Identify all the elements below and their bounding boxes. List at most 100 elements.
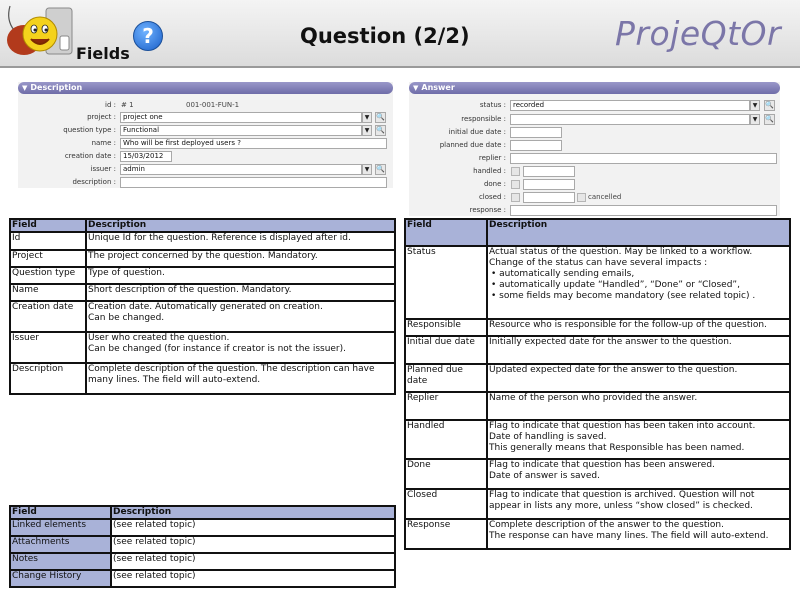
description-panel-header[interactable]: ▼ Description	[18, 82, 393, 94]
description-panel-title: Description	[30, 83, 83, 92]
description-fields-table: Field Description Id Unique Id for the q…	[9, 218, 396, 395]
table-row: Response Complete description of the ans…	[404, 518, 791, 550]
field-name-cell: Initial due date	[404, 335, 488, 365]
description-column-header: Description	[486, 218, 791, 247]
table-row: Creation date Creation date. Automatical…	[9, 300, 396, 333]
question-type-search-icon[interactable]: 🔍	[375, 125, 386, 136]
done-date-input[interactable]	[523, 179, 575, 190]
field-name-cell: Id	[9, 231, 87, 251]
page-title: Question (2/2)	[300, 24, 470, 48]
answer-panel: ▼ Answer status : recorded ▼ 🔍 responsibl…	[409, 82, 780, 216]
id-value: # 1	[121, 101, 134, 109]
field-name-cell: Replier	[404, 391, 488, 421]
table-row: Issuer User who created the question. Can…	[9, 331, 396, 364]
table-row: Change History (see related topic)	[9, 569, 396, 588]
field-name-cell: Done	[404, 458, 488, 490]
table-row: Handled Flag to indicate that question h…	[404, 419, 791, 460]
planned-due-date-input[interactable]	[510, 140, 562, 151]
field-name-cell: Planned due date	[404, 363, 488, 393]
field-column-header: Field	[404, 218, 488, 247]
field-description-cell: Unique Id for the question. Reference is…	[85, 231, 396, 251]
question-type-select[interactable]: Functional	[120, 125, 362, 136]
collapse-triangle-icon: ▼	[22, 84, 28, 92]
field-column-header: Field	[9, 505, 112, 520]
page-header: Fields ? Question (2/2) ProjeQtOr	[0, 0, 800, 68]
status-search-icon[interactable]: 🔍	[764, 100, 775, 111]
table-row: Responsible Resource who is responsible …	[404, 318, 791, 337]
closed-checkbox[interactable]	[511, 193, 520, 202]
description-textarea[interactable]	[120, 177, 387, 188]
field-name-cell: Linked elements	[9, 518, 112, 537]
creation-date-input[interactable]: 15/03/2012	[120, 151, 172, 162]
project-select[interactable]: project one	[120, 112, 362, 123]
closed-date-input[interactable]	[523, 192, 575, 203]
responsible-search-icon[interactable]: 🔍	[764, 114, 775, 125]
table-row: Closed Flag to indicate that question is…	[404, 488, 791, 520]
table-row: Name Short description of the question. …	[9, 283, 396, 302]
field-description-cell: Type of question.	[85, 266, 396, 285]
fields-label: Fields	[76, 44, 130, 63]
field-description-cell: Flag to indicate that question has been …	[486, 419, 791, 460]
project-search-icon[interactable]: 🔍	[375, 112, 386, 123]
description-label: description :	[72, 178, 116, 186]
creation-date-label: creation date :	[64, 152, 116, 160]
handled-label: handled :	[473, 167, 506, 175]
name-input[interactable]: Who will be first deployed users ?	[120, 138, 387, 149]
question-mark-icon[interactable]: ?	[133, 21, 163, 51]
table-row: Question type Type of question.	[9, 266, 396, 285]
initial-due-date-label: initial due date :	[448, 128, 506, 136]
status-dropdown-arrow-icon[interactable]: ▼	[750, 100, 760, 111]
issuer-search-icon[interactable]: 🔍	[375, 164, 386, 175]
initial-due-date-input[interactable]	[510, 127, 562, 138]
field-description-cell: Complete description of the answer to th…	[486, 518, 791, 550]
table-row: Replier Name of the person who provided …	[404, 391, 791, 421]
field-description-cell: Actual status of the question. May be li…	[486, 245, 791, 320]
field-name-cell: Creation date	[9, 300, 87, 333]
smiley-logo-icon	[7, 5, 73, 55]
field-description-cell: (see related topic)	[110, 569, 396, 588]
table-row: Initial due date Initially expected date…	[404, 335, 791, 365]
table-header-row: Field Description	[404, 218, 791, 247]
id-label: id :	[105, 101, 116, 109]
handled-date-input[interactable]	[523, 166, 575, 177]
field-name-cell: Issuer	[9, 331, 87, 364]
table-row: Planned due date Updated expected date f…	[404, 363, 791, 393]
description-column-header: Description	[85, 218, 396, 233]
response-label: response :	[469, 206, 506, 214]
response-textarea[interactable]	[510, 205, 777, 216]
description-column-header: Description	[110, 505, 396, 520]
replier-input[interactable]	[510, 153, 777, 164]
cancelled-checkbox[interactable]	[577, 193, 586, 202]
brand-logo-text: ProjeQtOr	[615, 14, 782, 53]
replier-label: replier :	[478, 154, 506, 162]
responsible-dropdown-arrow-icon[interactable]: ▼	[750, 114, 760, 125]
issuer-dropdown-arrow-icon[interactable]: ▼	[362, 164, 372, 175]
field-description-cell: (see related topic)	[110, 535, 396, 554]
answer-panel-header[interactable]: ▼ Answer	[409, 82, 780, 94]
table-row: Id Unique Id for the question. Reference…	[9, 231, 396, 251]
field-description-cell: The project concerned by the question. M…	[85, 249, 396, 268]
field-name-cell: Project	[9, 249, 87, 268]
responsible-select[interactable]	[510, 114, 750, 125]
field-description-cell: Creation date. Automatically generated o…	[85, 300, 396, 333]
status-select[interactable]: recorded	[510, 100, 750, 111]
question-type-label: question type :	[63, 126, 116, 134]
project-label: project :	[87, 113, 116, 121]
field-description-cell: User who created the question. Can be cha…	[85, 331, 396, 364]
done-checkbox[interactable]	[511, 180, 520, 189]
table-row: Attachments (see related topic)	[9, 535, 396, 554]
project-dropdown-arrow-icon[interactable]: ▼	[362, 112, 372, 123]
closed-label: closed :	[478, 193, 506, 201]
field-description-cell: Resource who is responsible for the foll…	[486, 318, 791, 337]
table-row: Status Actual status of the question. Ma…	[404, 245, 791, 320]
table-row: Project The project concerned by the que…	[9, 249, 396, 268]
field-description-cell: Flag to indicate that question has been …	[486, 458, 791, 490]
table-row: Notes (see related topic)	[9, 552, 396, 571]
handled-checkbox[interactable]	[511, 167, 520, 176]
field-description-cell: Initially expected date for the answer t…	[486, 335, 791, 365]
field-description-cell: Updated expected date for the answer to …	[486, 363, 791, 393]
issuer-label: issuer :	[90, 165, 116, 173]
field-name-cell: Status	[404, 245, 488, 320]
question-type-dropdown-arrow-icon[interactable]: ▼	[362, 125, 372, 136]
issuer-select[interactable]: admin	[120, 164, 362, 175]
